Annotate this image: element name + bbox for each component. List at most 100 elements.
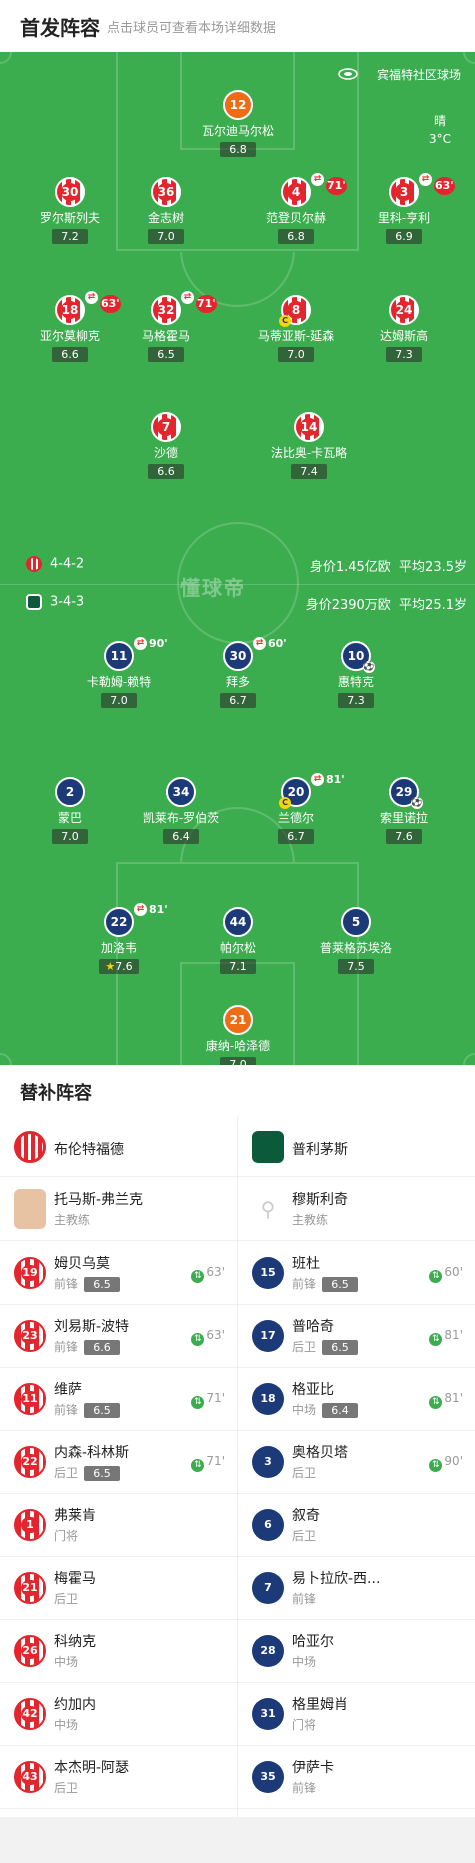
substitute-row[interactable]: 11 维萨 前锋 6.5 ⇅ 71' — [0, 1367, 237, 1431]
player-name: 普莱格苏埃洛 — [319, 941, 392, 955]
substitute-row[interactable]: 35 伊萨卡 前锋 — [238, 1745, 475, 1809]
substitute-row[interactable]: 31 格里姆肖 门将 — [238, 1682, 475, 1746]
substitute-row[interactable]: 18 格亚比 中场 6.4 ⇅ 81' — [238, 1367, 475, 1431]
substitute-row[interactable]: 22 内森-科林斯 后卫 6.5 ⇅ 71' — [0, 1430, 237, 1494]
lineup-page: 首发阵容 点击球员可查看本场详细数据 宾福特社区球场 晴 3°C 懂球帝 4-4… — [0, 0, 475, 1863]
player-number: 44 — [229, 915, 247, 929]
player-marker[interactable]: 3 ⇄ 63' 里科-亨利 6.9 — [344, 173, 464, 244]
player-marker[interactable]: 21 康纳-哈泽德 7.0 — [178, 1005, 298, 1065]
player-name: 加洛韦 — [100, 941, 137, 955]
sub-number: 15 — [260, 1266, 276, 1279]
sub-name: 班杜 — [292, 1256, 320, 1272]
substitute-row[interactable]: 15 班杜 前锋 6.5 ⇅ 60' — [238, 1241, 475, 1305]
substitute-row[interactable]: 28 哈亚尔 中场 — [238, 1619, 475, 1683]
player-shirt: 32 ⇄ 71' — [151, 291, 217, 325]
sub-on-minute: 90' — [444, 1454, 463, 1468]
player-marker[interactable]: 34 凯莱布-罗伯茨 6.4 — [121, 777, 241, 844]
away-coach-row[interactable]: ⚲ 穆斯利奇 主教练 — [238, 1177, 475, 1241]
sub-on-minute: 81' — [444, 1328, 463, 1342]
substitute-row[interactable]: 17 普哈奇 后卫 6.5 ⇅ 81' — [238, 1304, 475, 1368]
away-team-name: 普利茅斯 — [292, 1142, 348, 1158]
goal-ball-icon: ⚽ — [411, 797, 423, 809]
player-rating: 6.8 — [220, 142, 256, 157]
substitute-row[interactable]: 23 刘易斯-波特 前锋 6.6 ⇅ 63' — [0, 1304, 237, 1368]
pitch: 宾福特社区球场 晴 3°C 懂球帝 4-4-2 身价1.45亿欧 平均23.5岁… — [0, 52, 475, 1065]
substitute-row[interactable]: 6 叙奇 后卫 — [238, 1493, 475, 1557]
player-marker[interactable]: 7 沙德 6.6 — [106, 412, 226, 479]
sub-number: 3 — [264, 1455, 272, 1468]
player-marker[interactable]: 20 ⇄ 81' C 兰德尔 6.7 — [236, 773, 356, 844]
player-marker[interactable]: 32 ⇄ 71' 马格霍马 6.5 — [106, 291, 226, 362]
sub-shirt: 31 — [252, 1698, 284, 1730]
substitution-icon: ⇄ — [181, 291, 194, 304]
substitution-icon: ⇄ — [419, 173, 432, 186]
away-team-row[interactable]: 普利茅斯 — [238, 1117, 475, 1177]
sub-position: 后卫 — [292, 1529, 317, 1543]
player-marker[interactable]: 24 达姆斯高 7.3 — [344, 295, 464, 362]
substitute-row[interactable]: 1 弗莱肯 门将 — [0, 1493, 237, 1557]
player-shirt: 20 ⇄ 81' C — [279, 773, 345, 809]
player-marker[interactable]: 8 C 马蒂亚斯-延森 7.0 — [236, 295, 356, 362]
sub-number: 22 — [21, 1454, 39, 1470]
substitute-row[interactable]: 42 约加内 中场 — [0, 1682, 237, 1746]
sub-shirt: 15 — [252, 1257, 284, 1289]
substitute-row[interactable]: 19 姆贝乌莫 前锋 6.5 ⇅ 63' — [0, 1241, 237, 1305]
sub-position-line: 门将 — [54, 1527, 78, 1544]
player-marker[interactable]: 12 瓦尔迪马尔松 6.8 — [178, 90, 298, 157]
lineup-title: 首发阵容 — [20, 16, 100, 40]
rating-value: 6.5 — [157, 348, 175, 361]
player-marker[interactable]: 11 ⇄ 90' 卡勒姆-赖特 7.0 — [59, 637, 179, 708]
brentford-logo-icon — [26, 556, 42, 572]
bench-title: 替补阵容 — [20, 1083, 92, 1104]
rating-value: 7.5 — [347, 960, 365, 973]
rating-value: 6.6 — [157, 465, 175, 478]
home-avg-age: 平均23.5岁 — [399, 560, 467, 575]
player-shirt: 4 ⇄ 71' — [281, 173, 347, 207]
rating-value: 7.2 — [61, 230, 79, 243]
substitute-row[interactable]: 21 梅霍马 后卫 — [0, 1556, 237, 1620]
player-marker[interactable]: 10 ⚽ 惠特克 7.3 — [296, 641, 416, 708]
sub-on-icon: ⇅ — [429, 1396, 443, 1409]
substitute-row[interactable]: 43 本杰明-阿瑟 后卫 — [0, 1745, 237, 1809]
sub-on-minute: 63' — [206, 1265, 225, 1279]
sub-name: 格亚比 — [292, 1382, 334, 1398]
player-number: 10 — [347, 649, 365, 663]
substitute-row[interactable]: 3 奥格贝塔 后卫 ⇅ 90' — [238, 1430, 475, 1494]
sub-name: 奥格贝塔 — [292, 1445, 348, 1461]
sub-number: 1 — [21, 1517, 39, 1533]
player-number: 30 — [229, 649, 247, 663]
player-marker[interactable]: 29 ⚽ 索里诺拉 7.6 — [344, 777, 464, 844]
player-rating: 7.6 — [386, 829, 422, 844]
home-coach-row[interactable]: 托马斯-弗兰克 主教练 — [0, 1177, 237, 1241]
home-coach-avatar — [14, 1189, 46, 1229]
sub-name: 梅霍马 — [54, 1571, 96, 1587]
player-name: 拜多 — [225, 675, 250, 689]
sub-position-line: 中场 — [292, 1653, 316, 1670]
rating-value: 6.6 — [61, 348, 79, 361]
sub-position: 后卫 — [292, 1466, 317, 1480]
home-team-row[interactable]: 布伦特福德 — [0, 1117, 237, 1177]
weather-condition: 晴 — [433, 114, 446, 128]
player-marker[interactable]: 30 ⇄ 60' 拜多 6.7 — [178, 637, 298, 708]
player-shirt: 30 — [55, 177, 85, 207]
substitute-row[interactable]: 26 科纳克 中场 — [0, 1619, 237, 1683]
corner-arc-br — [463, 1053, 475, 1065]
player-name: 帕尔松 — [219, 941, 256, 955]
sub-position: 中场 — [292, 1403, 317, 1417]
player-marker[interactable]: 4 ⇄ 71' 范登贝尔赫 6.8 — [236, 173, 356, 244]
player-number: 2 — [65, 785, 75, 799]
player-marker[interactable]: 2 蒙巴 7.0 — [10, 777, 130, 844]
sub-number: 17 — [260, 1329, 276, 1342]
player-shirt: 2 — [55, 777, 85, 807]
player-name: 范登贝尔赫 — [265, 211, 326, 225]
player-marker[interactable]: 44 帕尔松 7.1 — [178, 907, 298, 974]
player-marker[interactable]: 22 ⇄ 81' 加洛韦 ★7.6 — [59, 903, 179, 974]
player-marker[interactable]: 36 金志树 7.0 — [106, 177, 226, 244]
sub-position: 门将 — [54, 1529, 79, 1543]
player-shirt: 29 ⚽ — [389, 777, 423, 809]
sub-shirt: 28 — [252, 1635, 284, 1667]
player-marker[interactable]: 14 法比奥-卡瓦略 7.4 — [249, 412, 369, 479]
substitute-row[interactable]: 7 易卜拉欣-西... 前锋 — [238, 1556, 475, 1620]
player-marker[interactable]: 5 普莱格苏埃洛 7.5 — [296, 907, 416, 974]
player-name: 马格霍马 — [141, 329, 190, 343]
